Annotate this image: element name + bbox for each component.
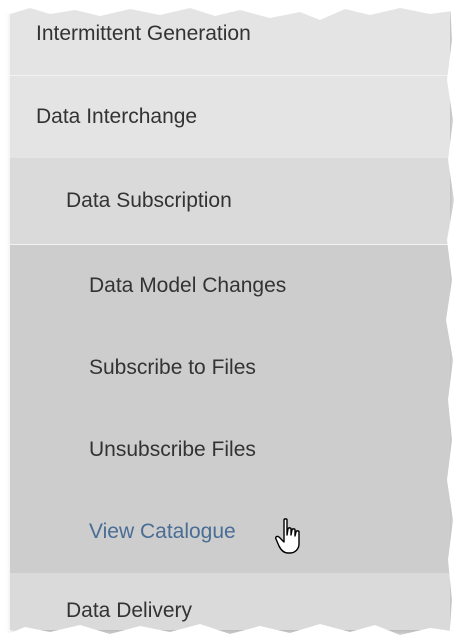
screenshot-stage: Intermittent Generation Data Interchange…	[0, 0, 460, 641]
torn-edge-decoration	[0, 0, 460, 641]
hand-pointer-icon	[275, 518, 300, 554]
